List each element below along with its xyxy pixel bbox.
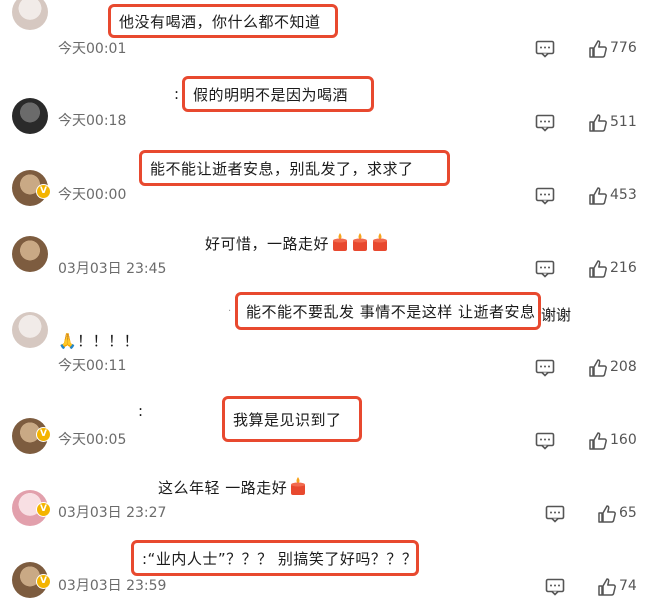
like-icon[interactable] bbox=[588, 431, 608, 451]
avatar[interactable] bbox=[12, 98, 48, 134]
like-icon[interactable] bbox=[588, 39, 608, 59]
like-icon[interactable] bbox=[597, 577, 617, 597]
highlighted-comment-text: 他没有喝酒，你什么都不知道 bbox=[108, 4, 338, 38]
comment-icon[interactable] bbox=[535, 187, 555, 205]
comment-text: 假的明明不是因为喝酒 bbox=[193, 85, 349, 104]
comment-icon[interactable] bbox=[535, 359, 555, 377]
like-count: 511 bbox=[610, 114, 637, 130]
like-count: 160 bbox=[610, 432, 637, 448]
comment-item: 他没有喝酒，你什么都不知道 今天00:01 776 bbox=[0, 0, 660, 70]
comment-time: 今天00:11 bbox=[58, 358, 127, 374]
comment-time: 03月03日 23:45 bbox=[58, 261, 167, 277]
comment-time: 今天00:01 bbox=[58, 41, 127, 57]
separator-dot: · bbox=[228, 306, 232, 317]
comment-text: 好可惜，一路走好 bbox=[205, 235, 330, 253]
comment-text-line: 这么年轻 一路走好 bbox=[158, 476, 307, 498]
comment-item: 好可惜，一路走好 03月03日 23:45 216 bbox=[0, 212, 660, 282]
comment-time: 03月03日 23:27 bbox=[58, 505, 167, 521]
like-count: 208 bbox=[610, 359, 637, 375]
like-count: 74 bbox=[619, 578, 637, 594]
comment-text-line2: 🙏！！！！ bbox=[58, 332, 140, 350]
avatar[interactable] bbox=[12, 236, 48, 272]
like-icon[interactable] bbox=[588, 113, 608, 133]
comment-text: 能不能不要乱发 事情不是这样 让逝者安息 bbox=[246, 302, 536, 321]
highlighted-comment-text: :“业内人士”？？？ 别搞笑了好吗？？？ bbox=[131, 540, 419, 576]
like-icon[interactable] bbox=[588, 358, 608, 378]
like-icon[interactable] bbox=[588, 186, 608, 206]
comment-text: 他没有喝酒，你什么都不知道 bbox=[119, 12, 321, 31]
comment-time: 今天00:18 bbox=[58, 113, 127, 129]
comment-icon[interactable] bbox=[535, 260, 555, 278]
comment-icon[interactable] bbox=[535, 114, 555, 132]
comment-item: V :“业内人士”？？？ 别搞笑了好吗？？？ 03月03日 23:59 74 bbox=[0, 534, 660, 610]
comment-prefix: : bbox=[138, 402, 144, 420]
highlighted-comment-text: 能不能不要乱发 事情不是这样 让逝者安息 bbox=[235, 292, 541, 330]
candle-icon bbox=[291, 477, 306, 495]
like-icon[interactable] bbox=[597, 504, 617, 524]
comment-text-tail: 谢谢 bbox=[541, 306, 572, 324]
comment-item: V : 我算是见识到了 今天00:05 160 bbox=[0, 382, 660, 462]
avatar[interactable] bbox=[12, 312, 48, 348]
highlighted-comment-text: 能不能让逝者安息，别乱发了，求求了 bbox=[139, 150, 450, 186]
verified-badge-icon: V bbox=[36, 184, 51, 199]
comment-item: : 假的明明不是因为喝酒 今天00:18 511 bbox=[0, 70, 660, 140]
comment-time: 今天00:05 bbox=[58, 432, 127, 448]
verified-badge-icon: V bbox=[36, 502, 51, 517]
comment-time: 03月03日 23:59 bbox=[58, 578, 167, 594]
avatar[interactable] bbox=[12, 0, 48, 30]
comment-item: V 这么年轻 一路走好 03月03日 23:27 65 bbox=[0, 462, 660, 534]
comment-text: :“业内人士”？？？ 别搞笑了好吗？？？ bbox=[142, 549, 418, 568]
like-count: 216 bbox=[610, 260, 637, 276]
comment-text: 这么年轻 一路走好 bbox=[158, 479, 288, 497]
comment-prefix: : bbox=[174, 85, 180, 103]
highlighted-comment-text: 我算是见识到了 bbox=[222, 396, 362, 442]
comment-icon[interactable] bbox=[545, 505, 565, 523]
candle-icon bbox=[333, 233, 348, 251]
like-count: 776 bbox=[610, 40, 637, 56]
comment-icon[interactable] bbox=[535, 432, 555, 450]
candle-icon bbox=[373, 233, 388, 251]
comment-icon[interactable] bbox=[545, 578, 565, 596]
comment-item: V 能不能让逝者安息，别乱发了，求求了 今天00:00 453 bbox=[0, 140, 660, 212]
like-count: 453 bbox=[610, 187, 637, 203]
like-icon[interactable] bbox=[588, 259, 608, 279]
like-count: 65 bbox=[619, 505, 637, 521]
highlighted-comment-text: 假的明明不是因为喝酒 bbox=[182, 76, 374, 112]
comment-text: 我算是见识到了 bbox=[233, 410, 342, 429]
comment-icon[interactable] bbox=[535, 40, 555, 58]
comment-time: 今天00:00 bbox=[58, 187, 127, 203]
comment-text-line: 好可惜，一路走好 bbox=[205, 232, 389, 254]
comment-text: 能不能让逝者安息，别乱发了，求求了 bbox=[150, 159, 414, 178]
comment-item: · 能不能不要乱发 事情不是这样 让逝者安息 谢谢 🙏！！！！ 今天00:11 … bbox=[0, 282, 660, 382]
verified-badge-icon: V bbox=[36, 574, 51, 589]
candle-icon bbox=[353, 233, 368, 251]
verified-badge-icon: V bbox=[36, 427, 51, 442]
